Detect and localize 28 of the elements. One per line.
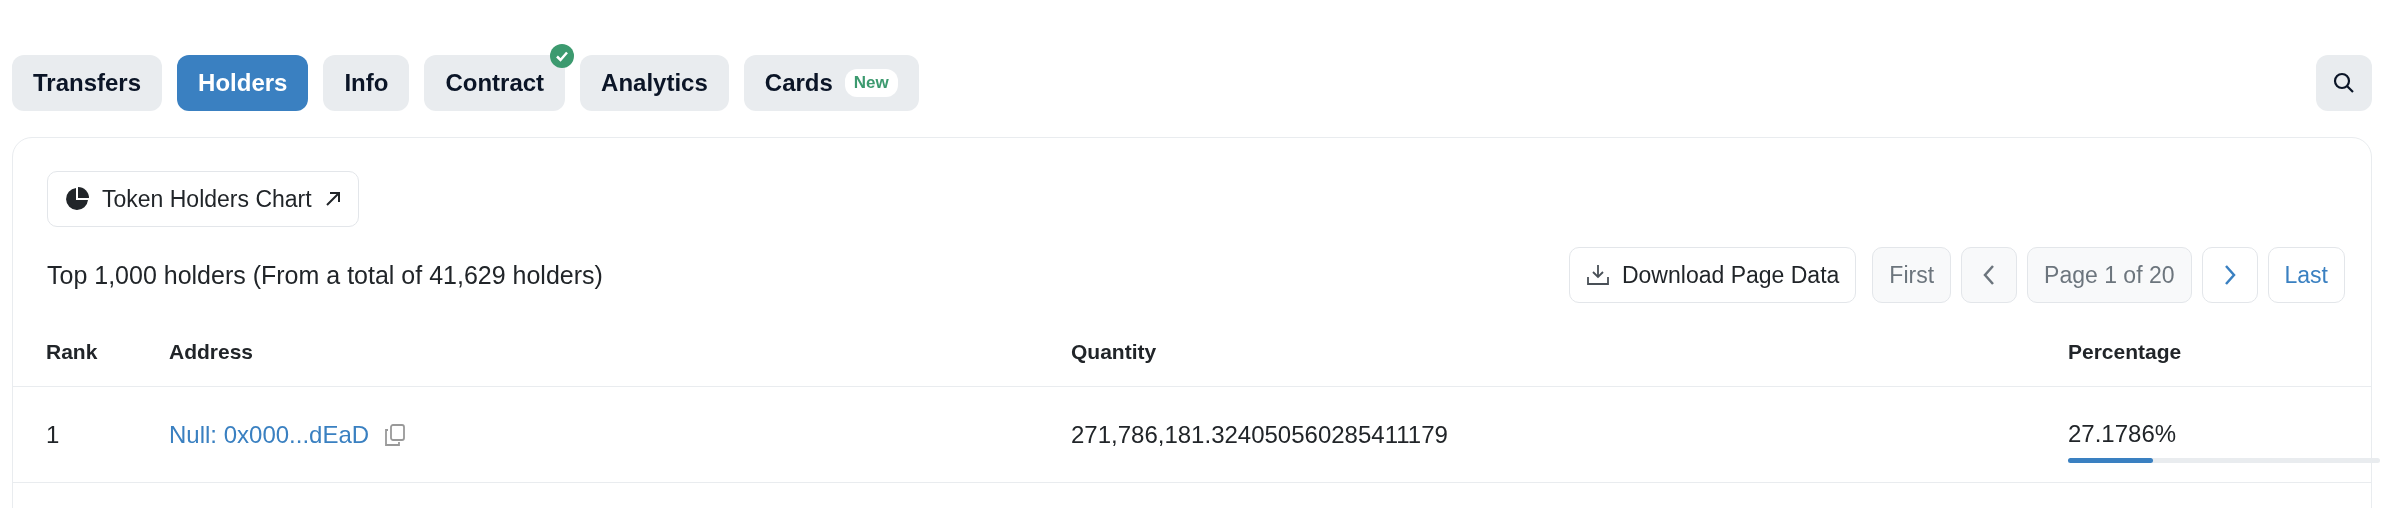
- tab[interactable]: Contract: [424, 55, 566, 111]
- new-badge: New: [844, 69, 898, 97]
- search-icon: [2332, 71, 2356, 95]
- tab[interactable]: Holders: [177, 55, 309, 111]
- column-header: Percentage: [2068, 339, 2183, 364]
- column-header: Quantity: [1071, 339, 1158, 364]
- tab[interactable]: Cards New: [743, 55, 919, 111]
- page-indicator: Page 1 of 20: [2027, 247, 2192, 303]
- chart-button[interactable]: Token Holders Chart: [47, 171, 359, 227]
- quantity-cell-text: 271,786,181.324050560285411179: [1071, 420, 1449, 449]
- tab[interactable]: Info: [323, 55, 410, 111]
- tab[interactable]: Analytics: [580, 55, 729, 111]
- rank-cell-text: 1: [46, 420, 61, 449]
- percentage-cell-text: 27.1786%: [2068, 420, 2178, 448]
- holders-summary: Top 1,000 holders (From a total of 41,629 holders): [47, 260, 603, 290]
- copy-icon[interactable]: [385, 423, 406, 446]
- tab[interactable]: Transfers: [12, 55, 163, 111]
- download-icon: [1585, 263, 1610, 287]
- pie-chart-icon: [64, 186, 90, 212]
- download-button[interactable]: Download Page Data: [1568, 247, 1857, 303]
- next-button[interactable]: [2201, 247, 2258, 303]
- column-header: Address: [169, 339, 255, 364]
- chevron-left-icon: [1982, 264, 1997, 286]
- search-button[interactable]: [2316, 55, 2372, 111]
- chevron-right-icon: [2222, 264, 2237, 286]
- page-button[interactable]: Last: [2267, 247, 2345, 303]
- column-header: Rank: [46, 339, 99, 364]
- address-link[interactable]: Null: 0x000...dEaD: [169, 420, 370, 449]
